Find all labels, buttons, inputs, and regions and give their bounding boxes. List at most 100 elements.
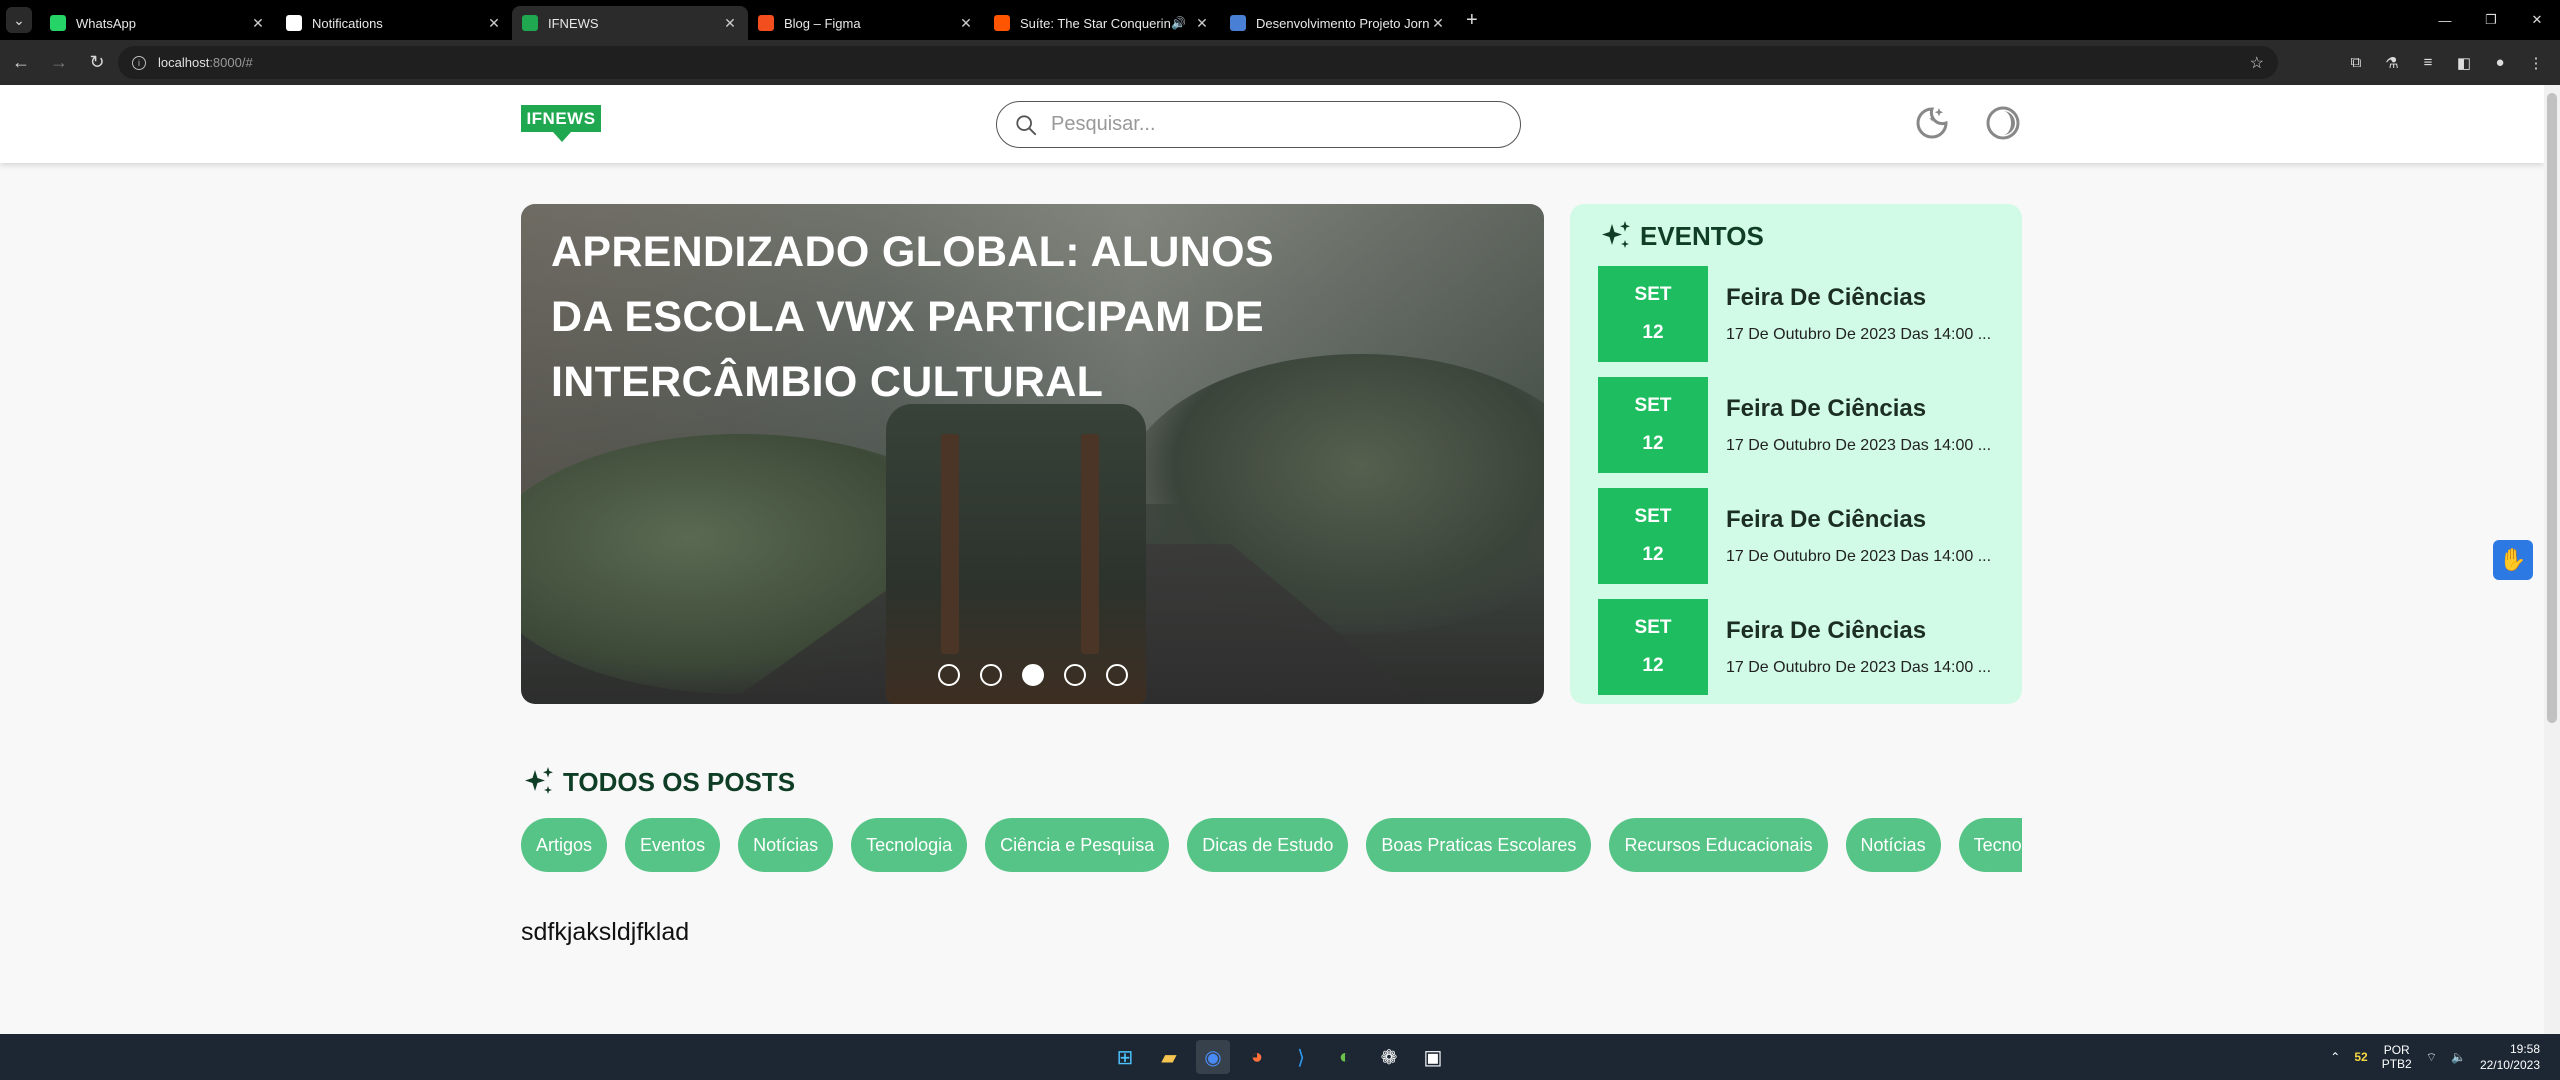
profile-icon[interactable]: ● <box>2482 54 2518 71</box>
firefox-icon[interactable]: ◕ <box>1240 1040 1274 1074</box>
github-icon <box>286 15 302 31</box>
browser-tab[interactable]: Desenvolvimento Projeto Jorn ✕ <box>1220 6 1456 40</box>
category-chip[interactable]: Eventos <box>625 818 721 872</box>
tab-title: Suíte: The Star Conquering <box>1020 15 1172 31</box>
event-date-badge: SET 12 <box>1598 487 1708 584</box>
category-chip[interactable]: Notícias <box>1845 818 1941 872</box>
carousel-dot[interactable] <box>937 664 960 686</box>
carousel-dot[interactable] <box>1063 664 1086 686</box>
category-chip[interactable]: Artigos <box>521 818 608 872</box>
category-chip[interactable]: Ciência e Pesquisa <box>985 818 1170 872</box>
carousel-indicators <box>521 664 1544 686</box>
category-chip[interactable]: Tecnologia <box>1958 818 2022 872</box>
event-month: SET <box>1634 505 1672 527</box>
category-chip[interactable]: Notícias <box>738 818 834 872</box>
tab-close-button[interactable]: ✕ <box>722 15 738 32</box>
show-hidden-icons[interactable]: ⌃ <box>2330 1050 2340 1064</box>
news-carousel[interactable]: Aprendizado Global: Alunos da Escola VWX… <box>521 204 1544 704</box>
tab-audio-icon[interactable]: 🔊 <box>1171 16 1186 30</box>
carousel-dot[interactable] <box>1021 664 1044 686</box>
browser-tab[interactable]: Notifications ✕ <box>276 6 512 40</box>
browser-tab[interactable]: Suíte: The Star Conquering 🔊 ✕ <box>984 6 1220 40</box>
events-heading: EVENTOS <box>1598 214 1994 258</box>
event-info: Feira De Ciências 17 De Outubro De 2023 D… <box>1726 395 1994 455</box>
event-when: 17 De Outubro De 2023 Das 14:00 ... <box>1726 436 1992 454</box>
site-info-icon[interactable]: i <box>132 55 146 70</box>
event-name: Feira De Ciências <box>1726 616 1927 644</box>
event-name: Feira De Ciências <box>1726 283 1927 311</box>
browser-toolbar: ← → ↻ i localhost:8000/# ☆ ⧉ ⚗ ≡ ◧ ● ⋮ <box>0 40 2560 85</box>
event-item[interactable]: SET 12 Feira De Ciências 17 De Outubro De 2… <box>1598 591 1994 702</box>
carousel-headline[interactable]: Aprendizado Global: Alunos da Escola VWX… <box>551 220 1311 415</box>
extension-icon[interactable]: ⧉ <box>2338 54 2374 71</box>
category-chip[interactable]: Recursos Educacionais <box>1609 818 1828 872</box>
tab-close-button[interactable]: ✕ <box>250 15 266 32</box>
event-info: Feira De Ciências 17 De Outubro De 2023 D… <box>1726 506 1994 566</box>
event-item[interactable]: SET 12 Feira De Ciências 17 De Outubro De 2… <box>1598 369 1994 480</box>
events-panel: EVENTOS SET 12 Feira De Ciências 17 De Outu… <box>1570 204 2022 704</box>
tab-close-button[interactable]: ✕ <box>1430 15 1446 32</box>
chrome-icon[interactable]: ◉ <box>1196 1040 1230 1074</box>
event-name: Feira De Ciências <box>1726 394 1927 422</box>
file-explorer-icon[interactable]: ▰ <box>1152 1040 1186 1074</box>
vscode-icon[interactable]: ⟩ <box>1284 1040 1318 1074</box>
system-tray: ⌃ 52 POR PTB2 ⌔ 🔈 19:58 22/10/2023 <box>2330 1034 2540 1080</box>
start-button[interactable]: ⊞ <box>1108 1040 1142 1074</box>
tab-close-button[interactable]: ✕ <box>958 15 974 32</box>
category-chip[interactable]: Boas Praticas Escolares <box>1366 818 1592 872</box>
browser-tab[interactable]: WhatsApp ✕ <box>40 6 276 40</box>
site-header: IFNEWS <box>0 85 2544 163</box>
reading-list-icon[interactable]: ≡ <box>2410 54 2446 71</box>
windows-taskbar: ⊞ ▰ ◉ ◕ ⟩ ◐ ❁ ▣ ⌃ 52 POR PTB2 ⌔ 🔈 19:58 … <box>0 1034 2560 1080</box>
search-input[interactable] <box>1051 113 1471 136</box>
event-item[interactable]: SET 12 Feira De Ciências 17 De Outubro De 2… <box>1598 258 1994 369</box>
event-day: 12 <box>1642 432 1664 454</box>
wifi-icon[interactable]: ⌔ <box>2426 1050 2437 1065</box>
clock[interactable]: 19:58 22/10/2023 <box>2480 1041 2540 1073</box>
keyboard-language[interactable]: POR PTB2 <box>2382 1043 2412 1071</box>
page-scrollbar[interactable] <box>2544 85 2560 1034</box>
event-month: SET <box>1634 283 1672 305</box>
tab-search-button[interactable]: ⌄ <box>6 7 32 33</box>
close-window-button[interactable]: ✕ <box>2514 0 2560 40</box>
minimize-button[interactable]: — <box>2422 0 2468 40</box>
night-mode-icon[interactable] <box>1912 103 1952 143</box>
back-button[interactable]: ← <box>4 46 38 80</box>
restore-button[interactable]: ❐ <box>2468 0 2514 40</box>
volume-icon[interactable]: 🔈 <box>2451 1050 2466 1064</box>
new-tab-button[interactable]: + <box>1466 9 1478 32</box>
app-icon[interactable]: ❁ <box>1372 1040 1406 1074</box>
forward-button[interactable]: → <box>42 46 76 80</box>
tab-title: IFNEWS <box>548 15 599 31</box>
backpack-image <box>886 404 1146 704</box>
event-day: 12 <box>1642 654 1664 676</box>
event-item[interactable]: SET 12 Feira De Ciências 17 De Outubro De 2… <box>1598 480 1994 591</box>
tray-value[interactable]: 52 <box>2354 1050 2367 1064</box>
tab-close-button[interactable]: ✕ <box>486 15 502 32</box>
accessibility-widget-button[interactable]: ✋ <box>2493 540 2533 580</box>
carousel-dot[interactable] <box>1105 664 1128 686</box>
clock-date: 22/10/2023 <box>2479 1058 2540 1072</box>
site-logo[interactable]: IFNEWS <box>521 105 601 132</box>
carousel-dot[interactable] <box>979 664 1002 686</box>
browser-tab[interactable]: IFNEWS ✕ <box>512 6 748 40</box>
reload-button[interactable]: ↻ <box>80 46 114 80</box>
event-when: 17 De Outubro De 2023 Das 14:00 ... <box>1726 325 1992 343</box>
labs-icon[interactable]: ⚗ <box>2374 54 2410 72</box>
address-bar[interactable]: i localhost:8000/# ☆ <box>118 46 2278 79</box>
scrollbar-thumb[interactable] <box>2547 93 2557 723</box>
category-chip[interactable]: Dicas de Estudo <box>1187 818 1349 872</box>
theme-toggle-icon[interactable] <box>1983 103 2023 143</box>
url-rest: :8000/# <box>209 55 253 70</box>
notion-icon[interactable]: ▣ <box>1416 1040 1450 1074</box>
tab-title: Blog – Figma <box>784 15 861 31</box>
app-icon[interactable]: ◐ <box>1328 1040 1362 1074</box>
browser-menu-icon[interactable]: ⋮ <box>2518 54 2554 72</box>
event-info: Feira De Ciências 17 De Outubro De 2023 D… <box>1726 284 1994 344</box>
bookmark-star-icon[interactable]: ☆ <box>2250 53 2264 73</box>
category-chip[interactable]: Tecnologia <box>851 818 968 872</box>
tab-close-button[interactable]: ✕ <box>1194 15 1210 32</box>
browser-tab[interactable]: Blog – Figma ✕ <box>748 6 984 40</box>
side-panel-icon[interactable]: ◧ <box>2446 54 2482 72</box>
backpack-strap <box>1081 434 1099 654</box>
